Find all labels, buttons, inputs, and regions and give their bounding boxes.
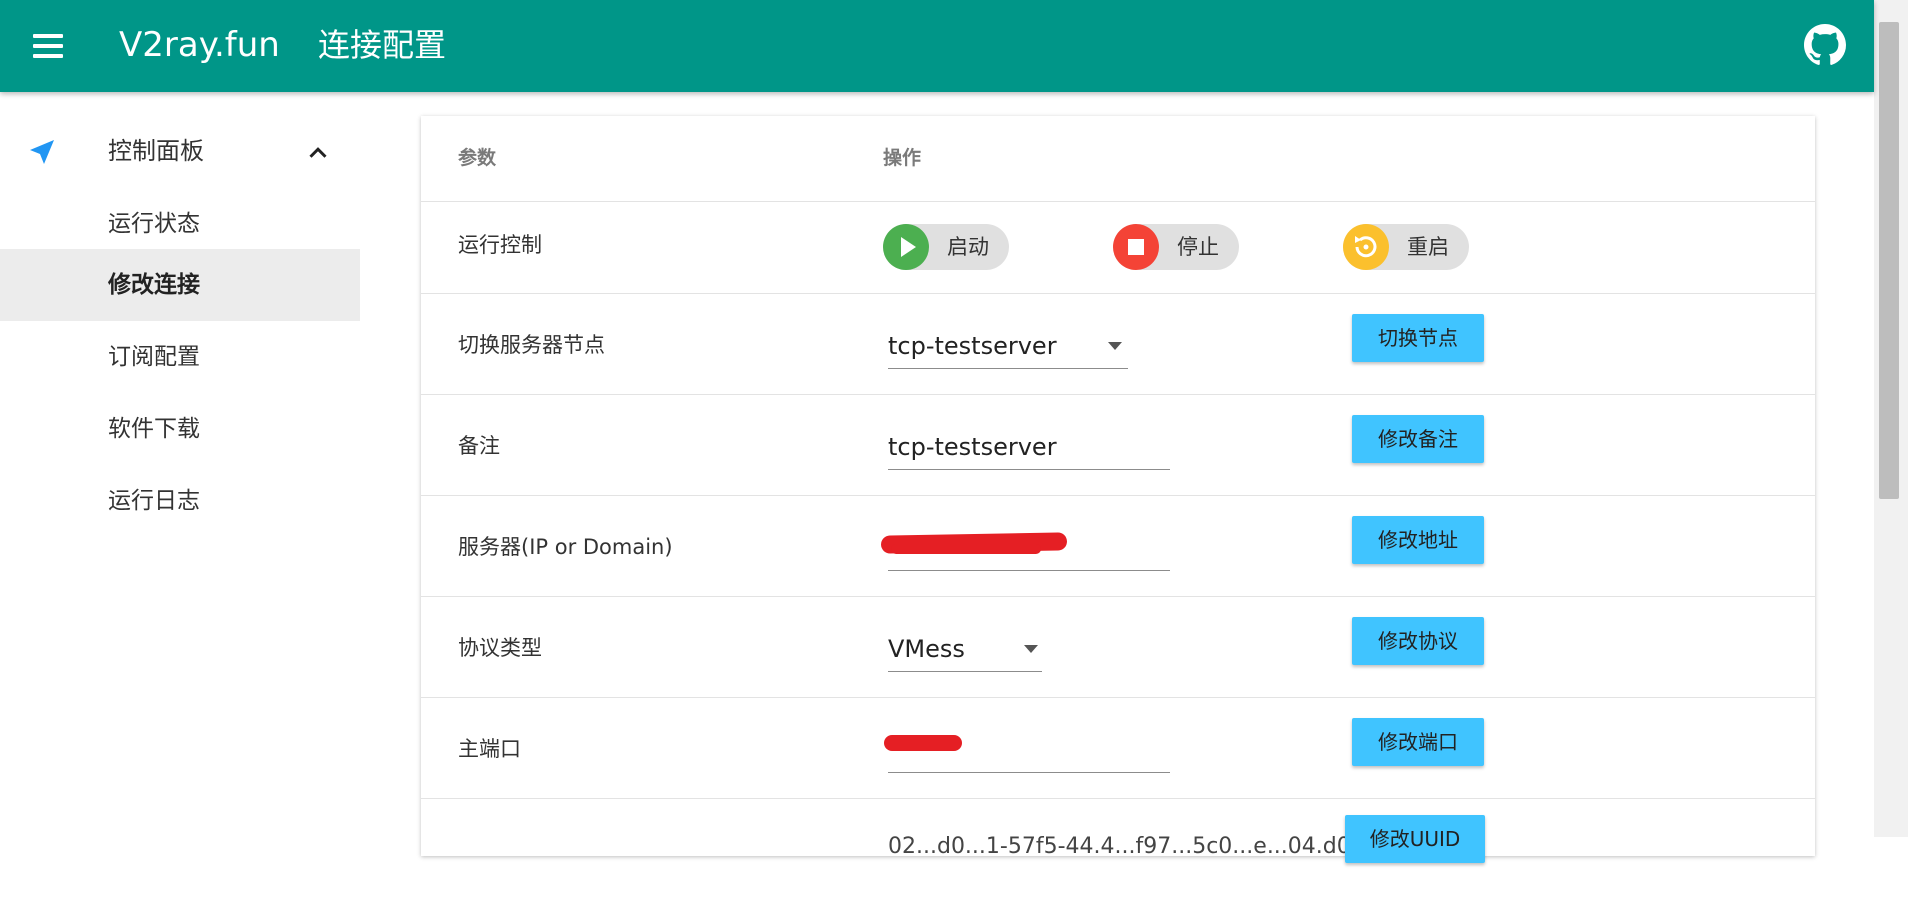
switch-node-button[interactable]: 切换节点	[1352, 314, 1484, 362]
param-label: 主端口	[458, 737, 521, 761]
sidebar-item-label: 运行状态	[108, 211, 200, 237]
table-row-server: 服务器(IP or Domain) 修改地址	[421, 496, 1815, 597]
table-header-row: 参数 操作	[421, 116, 1815, 202]
app-bar: V2ray.fun 连接配置	[0, 0, 1874, 92]
app-brand[interactable]: V2ray.fun	[119, 22, 280, 68]
node-select-value: tcp-testserver	[888, 332, 1057, 360]
page-scrollbar[interactable]	[1874, 0, 1908, 837]
column-header-action: 操作	[883, 147, 922, 169]
scrollbar-thumb[interactable]	[1879, 22, 1899, 499]
page-title: 连接配置	[318, 26, 447, 64]
param-label: 协议类型	[458, 636, 542, 660]
hamburger-menu-icon[interactable]	[24, 26, 72, 66]
chevron-up-icon[interactable]	[303, 138, 333, 168]
redaction-mark	[884, 735, 962, 751]
github-icon[interactable]	[1804, 24, 1846, 66]
stop-button[interactable]: 停止	[1113, 224, 1239, 270]
uuid-input-value: 02...d0...1-57f5-44.4...f97...5c0...e...…	[888, 834, 1365, 859]
param-label: 切换服务器节点	[458, 333, 605, 357]
node-select[interactable]: tcp-testserver	[888, 324, 1128, 369]
param-label: 运行控制	[458, 233, 542, 257]
param-label: 服务器(IP or Domain)	[458, 535, 673, 559]
edit-address-button[interactable]: 修改地址	[1352, 516, 1484, 564]
config-table: 参数 操作 运行控制 启动 停止 重启 切换服务器节点 tcp-testserv…	[421, 116, 1815, 863]
sidebar-group-label: 控制面板	[108, 137, 204, 165]
column-header-param: 参数	[458, 147, 497, 169]
redaction-mark	[891, 544, 1041, 554]
sidebar-item-label: 软件下载	[108, 416, 200, 442]
play-icon	[883, 224, 929, 270]
sidebar-item-label: 修改连接	[108, 272, 200, 298]
edit-protocol-button[interactable]: 修改协议	[1352, 617, 1484, 665]
table-row-remark: 备注 tcp-testserver 修改备注	[421, 395, 1815, 496]
sidebar-item-label: 订阅配置	[108, 344, 200, 370]
table-row-protocol: 协议类型 VMess 修改协议	[421, 597, 1815, 698]
stop-icon	[1113, 224, 1159, 270]
sidebar-group-control-panel[interactable]: 控制面板	[0, 116, 360, 188]
chevron-down-icon	[1024, 645, 1038, 653]
edit-port-button[interactable]: 修改端口	[1352, 718, 1484, 766]
stop-label: 停止	[1177, 235, 1219, 259]
restart-button[interactable]: 重启	[1343, 224, 1469, 270]
sidebar-item-downloads[interactable]: 软件下载	[0, 393, 360, 465]
uuid-input[interactable]: 02...d0...1-57f5-44.4...f97...5c0...e...…	[888, 825, 1365, 869]
sidebar-item-edit-connection[interactable]: 修改连接	[0, 249, 360, 321]
start-label: 启动	[947, 235, 989, 259]
edit-remark-button[interactable]: 修改备注	[1352, 415, 1484, 463]
send-icon	[30, 140, 54, 164]
sidebar-item-label: 运行日志	[108, 488, 200, 514]
table-row-run-control: 运行控制 启动 停止 重启	[421, 202, 1815, 294]
table-row-switch-node: 切换服务器节点 tcp-testserver 切换节点	[421, 294, 1815, 395]
restart-label: 重启	[1407, 235, 1449, 259]
sidebar-item-logs[interactable]: 运行日志	[0, 465, 360, 537]
remark-input[interactable]: tcp-testserver	[888, 425, 1170, 470]
start-button[interactable]: 启动	[883, 224, 1009, 270]
protocol-select[interactable]: VMess	[888, 627, 1042, 672]
edit-uuid-button[interactable]: 修改UUID	[1345, 815, 1485, 863]
param-label: 备注	[458, 434, 500, 458]
remark-input-value: tcp-testserver	[888, 433, 1057, 461]
chevron-down-icon	[1108, 342, 1122, 350]
protocol-select-value: VMess	[888, 635, 965, 663]
sidebar-item-subscription[interactable]: 订阅配置	[0, 321, 360, 393]
restart-icon	[1343, 224, 1389, 270]
table-row-uuid: 02...d0...1-57f5-44.4...f97...5c0...e...…	[421, 799, 1815, 899]
sidebar: 控制面板 运行状态 修改连接 订阅配置 软件下载 运行日志	[0, 92, 360, 837]
table-row-port: 主端口 修改端口	[421, 698, 1815, 799]
